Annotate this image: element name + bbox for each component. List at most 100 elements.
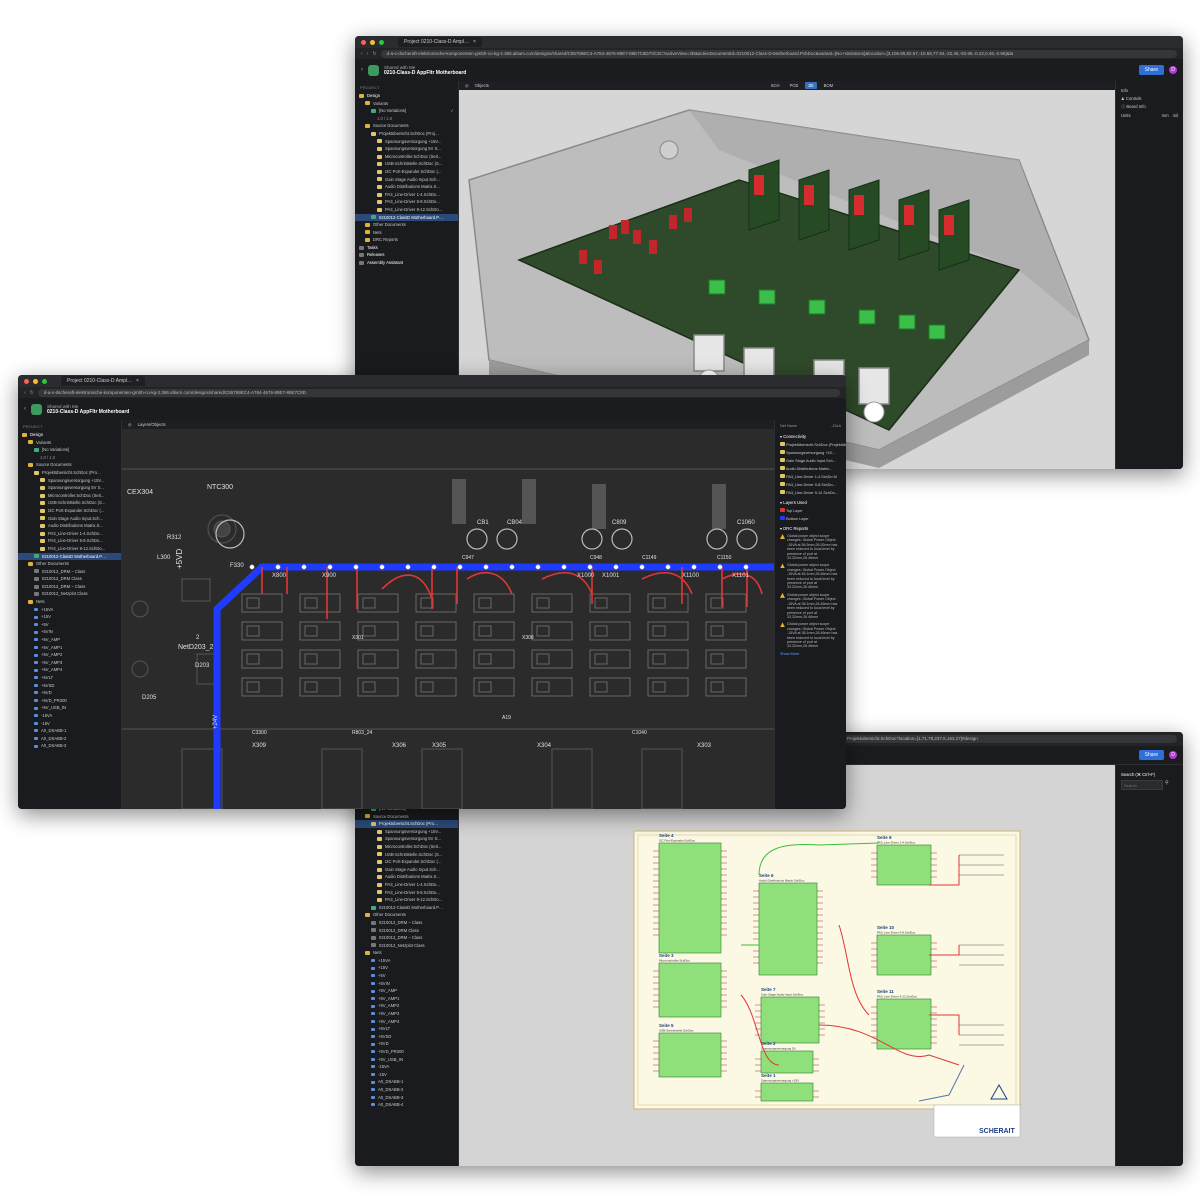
sidebar-item-schdoc[interactable]: Gain Stage Audio Input.Sch... [355,866,458,874]
sidebar-item-other-documents[interactable]: Other Documents [355,911,458,919]
sidebar-item-variants[interactable]: Variants [355,100,458,108]
reload-icon[interactable]: ↻ [30,390,34,396]
sidebar-item-net[interactable]: +5VLT [18,674,121,682]
connectivity-item[interactable]: PA3_Line-Driver 5-8.SchDo... [780,482,841,487]
sidebar-item-net[interactable]: +5V_AMP3 [18,659,121,667]
pcb-canvas[interactable]: NTC300 CEX304 +5VD 2 NetD203_2 L300 F330… [122,429,774,809]
objects-icon[interactable]: ◎ [465,83,469,88]
sidebar-item-schdoc[interactable]: Spannungsversorgung +15V... [355,138,458,146]
avatar[interactable]: D [1169,751,1177,759]
sidebar-item-net[interactable]: +5V [355,972,458,980]
sidebar-item-design[interactable]: Design [18,431,121,439]
browser-tab[interactable]: Project 0210-Class-D Ampl… × [398,37,482,47]
sidebar-item-schdoc[interactable]: Microcontroller.SchDoc (Seit... [355,153,458,161]
sidebar-item-other-doc[interactable]: 0210012_DRM Class [18,575,121,583]
sidebar-item-source-documents[interactable]: Source Documents [18,461,121,469]
sidebar-item-net[interactable]: +5V_USB_IN [355,1056,458,1064]
share-button[interactable]: Share [1138,65,1164,75]
sidebar-item-schdoc[interactable]: PA3_Line-Driver 1-4.SchDo... [355,881,458,889]
sidebar-item-schdoc[interactable]: Spannungsversorgung 5V S... [18,484,121,492]
sidebar-item-net[interactable]: +5V_USB_IN [18,704,121,712]
sidebar-item-net[interactable]: +5VD [18,689,121,697]
sidebar-item-no-variations[interactable]: [No Variations] ✓ [355,107,458,115]
sidebar-item-drc-reports[interactable]: DRC Reports [355,236,458,244]
sidebar-item-projektubersicht[interactable]: Projektübersicht.SchDoc (Pro… [355,820,458,828]
connectivity-item[interactable]: Audio Distributions Matrix... [780,466,841,471]
sidebar-item-net[interactable]: +5V_AMP [18,636,121,644]
sidebar-item-schdoc[interactable]: Spannungsversorgung 5V S... [355,145,458,153]
sidebar-item-net[interactable]: -15V [18,720,121,728]
sidebar-item-net[interactable]: +5V_AMP4 [355,1018,458,1026]
close-window-icon[interactable] [361,39,366,45]
back-arrow-icon[interactable]: ‹ [361,67,363,73]
forward-icon[interactable]: › [367,51,369,57]
sidebar-item-schdoc[interactable]: Microcontroller.SchDoc (Seit... [355,843,458,851]
sidebar-item-schdoc[interactable]: PA3_Line-Driver 9-12.SchDo... [18,545,121,553]
browser-tab[interactable]: Project 0210-Class-D Ampl… × [61,376,145,386]
sidebar-item-motherboard-pcb[interactable]: 0210012-ClassD Motherboard.P… [355,904,458,912]
sidebar-item-assembly-assistant[interactable]: Assembly Assistant [355,259,458,267]
drc-item[interactable]: Global power object scope changes: Globa… [780,534,841,560]
reload-icon[interactable]: ↻ [372,51,376,57]
sidebar-item-net[interactable]: +5V_AMP4 [18,666,121,674]
drc-item[interactable]: Global power object scope changes: Globa… [780,622,841,648]
close-tab-icon[interactable]: × [136,376,139,386]
sidebar-item-schdoc[interactable]: PA3_Line-Driver 1-4.SchDo... [355,191,458,199]
back-icon[interactable]: ‹ [361,51,363,57]
unit-mil-toggle[interactable]: mil [1173,113,1178,118]
sidebar-item-net[interactable]: +5VIN [18,628,121,636]
maximize-window-icon[interactable] [42,378,47,384]
sidebar-item-schdoc[interactable]: Microcontroller.SchDoc (Seit... [18,492,121,500]
sidebar-item-projektubersicht[interactable]: Projektübersicht.SchDoc (Pro… [18,469,121,477]
sidebar-item-net[interactable]: A0_DSABB-4 [355,1101,458,1109]
sidebar-item-design[interactable]: Design [355,92,458,100]
sidebar-item-releases[interactable]: Releases [355,251,458,259]
objects-label[interactable]: Objects [475,83,489,88]
sidebar-item-other-doc[interactable]: 0210012_DRM – Class [355,919,458,927]
sidebar-item-motherboard-pcb[interactable]: 0210012-ClassD Motherboard.P… [18,552,121,561]
sidebar-item-tasks[interactable]: Tasks [355,244,458,252]
sidebar-item-schdoc[interactable]: I2C Port-Expander.SchDoc (... [18,507,121,515]
view-3d[interactable]: 3D [805,82,817,89]
close-tab-icon[interactable]: × [473,37,476,47]
back-icon[interactable]: ‹ [24,390,26,396]
sidebar-item-net[interactable]: +5V_AMP2 [355,1002,458,1010]
sidebar-item-schdoc[interactable]: PA3_Line-Driver 5-8.SchDo... [355,889,458,897]
url-field[interactable]: d-a-s-dscheraft-elektronische-komponente… [380,49,1177,58]
sidebar-item-schdoc[interactable]: Spannungsversorgung 5V S... [355,835,458,843]
schematic-sheet-symbol[interactable]: Seite 4I2C Port-Expander.SchDoc [653,833,727,954]
show-more-link[interactable]: Show More [780,652,841,656]
sidebar-item-other-doc[interactable]: 0210012_Netzplot Class [18,590,121,598]
layers-icon[interactable]: ◎ [128,422,132,427]
sidebar-item-no-variations[interactable]: [No Variations] [18,446,121,454]
sidebar-item-other-documents[interactable]: Other Documents [355,221,458,229]
sidebar-item-schdoc[interactable]: PA3_Line-Driver 9-12.SchDo... [355,896,458,904]
sidebar-item-schdoc[interactable]: Audio Distributions Matrix.S... [18,522,121,530]
sidebar-item-net[interactable]: A0_DSABB-3 [355,1094,458,1102]
sidebar-item-schdoc[interactable]: I2C Port-Expander.SchDoc (... [355,168,458,176]
sidebar-item-net[interactable]: +5V_AMP2 [18,651,121,659]
sidebar-item-net[interactable]: +5V_AMP3 [355,1010,458,1018]
layers-objects-label[interactable]: Layers/Objects [138,422,166,427]
sidebar-item-net[interactable]: -15VA [18,712,121,720]
maximize-window-icon[interactable] [379,39,384,45]
sidebar-item-other-doc[interactable]: 0210012_DRM – Class [355,934,458,942]
connectivity-item[interactable]: PA3_Line-Driver 1-4.SchDo M [780,474,841,479]
sidebar-item-net[interactable]: +5V_AMP1 [18,644,121,652]
sidebar-item-other-doc[interactable]: 0210012_DRM – Class [18,583,121,591]
search-input[interactable] [1121,780,1163,790]
sidebar-item-net[interactable]: +15VA [18,606,121,614]
sidebar-item-schdoc[interactable]: PA3_Line-Driver 9-12.SchDo... [355,206,458,214]
sidebar-item-net[interactable]: +5VSD [355,1033,458,1041]
connectivity-heading[interactable]: ▾ Connectivity [780,434,841,439]
sidebar-item-net[interactable]: +5VD [355,1040,458,1048]
sidebar-item-net[interactable]: +5VIN [355,980,458,988]
url-field[interactable]: d-a-s-dscheraft-elektronische-komponente… [37,388,840,397]
sidebar-item-schdoc[interactable]: Audio Distributions Matrix.S... [355,873,458,881]
sidebar-item-variants[interactable]: Variants [18,439,121,447]
sidebar-item-schdoc[interactable]: I2C Port-Expander.SchDoc (... [355,858,458,866]
avatar[interactable]: D [1169,66,1177,74]
sidebar-item-net[interactable]: -15V [355,1071,458,1079]
view-pcb[interactable]: PCB [787,82,802,89]
sidebar-item-nets[interactable]: Nets [18,598,121,606]
